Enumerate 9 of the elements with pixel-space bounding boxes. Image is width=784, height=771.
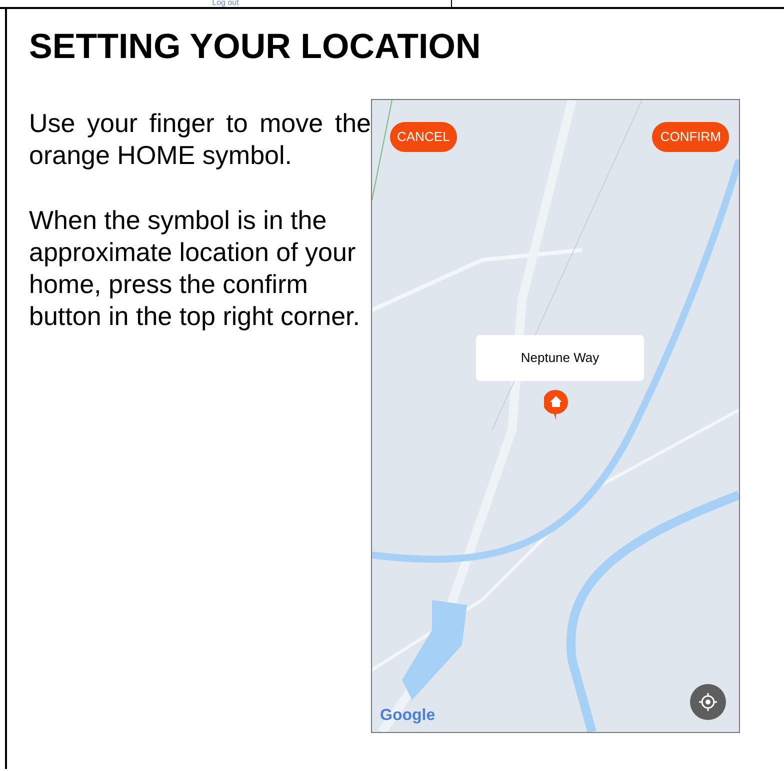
page-title: SETTING YOUR LOCATION [29, 27, 482, 67]
cancel-button[interactable]: CANCEL [390, 122, 457, 152]
instruction-paragraph: When the symbol is in the approximate location of your home, press the confirm button in the top right corner. [29, 204, 361, 332]
confirm-button[interactable]: CONFIRM [652, 122, 729, 152]
crosshair-icon [699, 693, 717, 711]
home-marker-icon [544, 390, 568, 420]
instruction-paragraph: Use your finger to move the orange HOME symbol. [29, 107, 371, 171]
location-popup: Neptune Way [476, 335, 644, 381]
map-logo: Google [380, 706, 436, 726]
